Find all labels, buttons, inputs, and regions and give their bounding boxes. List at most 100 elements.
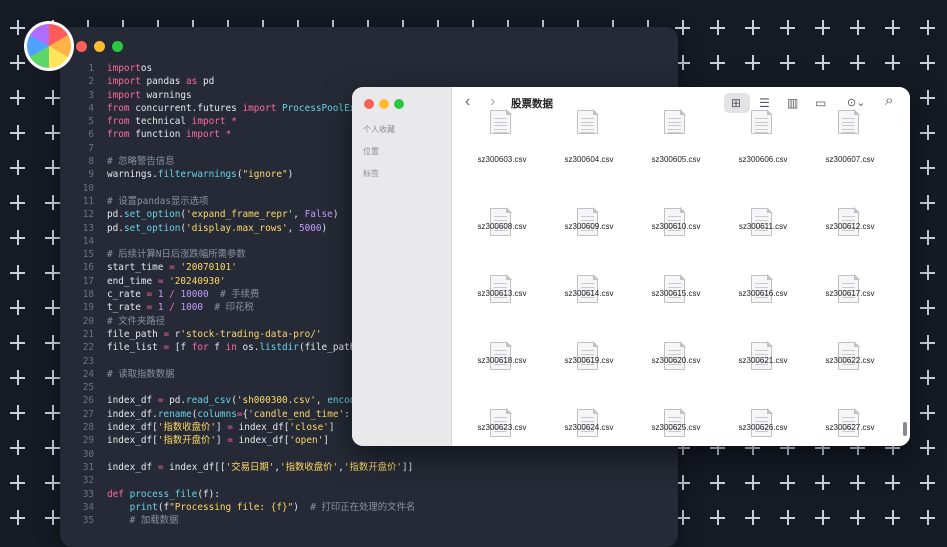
code-token: 'open' bbox=[289, 435, 324, 447]
code-token: * bbox=[231, 116, 237, 128]
code-token: 5000 bbox=[298, 222, 322, 234]
more-options-icon[interactable]: ⊙⌄ bbox=[847, 96, 865, 110]
code-token: filterwarnings bbox=[157, 169, 237, 181]
code-line: 32 bbox=[60, 474, 678, 487]
code-token: 1000 bbox=[180, 302, 204, 314]
code-token: 'close' bbox=[289, 422, 329, 434]
code-token: , bbox=[293, 209, 305, 221]
code-token: 'candle_end_time' bbox=[248, 408, 345, 420]
code-token: set_option bbox=[123, 209, 181, 221]
code-token: '交易日期' bbox=[225, 461, 275, 473]
file-name-label: sz300626.csv bbox=[738, 423, 788, 432]
scrollbar-thumb[interactable] bbox=[903, 422, 907, 436]
grid-view-icon[interactable]: ⊞ bbox=[731, 96, 741, 110]
code-token: rename bbox=[157, 408, 192, 420]
sidebar-tags[interactable]: 标签 bbox=[363, 168, 379, 179]
plus-decoration bbox=[920, 370, 935, 385]
list-view-icon[interactable]: ☰ bbox=[759, 96, 770, 110]
code-token: from bbox=[107, 129, 130, 141]
file-name-label: sz300623.csv bbox=[477, 423, 527, 432]
sidebar-favorites[interactable]: 个人收藏 bbox=[363, 124, 395, 135]
code-token: 'display.max_rows' bbox=[186, 222, 288, 234]
code-text: index_df = pd.read_csv('sh000300.csv', e… bbox=[107, 394, 372, 407]
plus-decoration bbox=[780, 20, 795, 35]
finder-minimize-button[interactable] bbox=[379, 99, 389, 109]
zoom-window-button[interactable] bbox=[112, 41, 123, 52]
code-text: # 忽略警告信息 bbox=[107, 155, 175, 168]
code-token: # 后续计算N日后涨跌幅所需参数 bbox=[107, 249, 246, 261]
code-token: '指数开盘价' bbox=[157, 435, 216, 447]
plus-decoration bbox=[45, 230, 60, 245]
code-token: pd. bbox=[107, 222, 124, 234]
plus-decoration bbox=[815, 510, 830, 525]
code-text: start_time = '20070101' bbox=[107, 261, 237, 274]
forward-icon[interactable]: › bbox=[490, 94, 495, 110]
finder-zoom-button[interactable] bbox=[394, 99, 404, 109]
plus-decoration bbox=[885, 475, 900, 490]
finder-close-button[interactable] bbox=[364, 99, 374, 109]
file-name-label: sz300621.csv bbox=[738, 356, 788, 365]
code-token: technical bbox=[129, 116, 192, 128]
code-token: import bbox=[191, 116, 226, 128]
code-token: file_list bbox=[107, 342, 164, 354]
plus-decoration bbox=[45, 405, 60, 420]
file-name-label: sz300616.csv bbox=[738, 289, 788, 298]
code-text: c_rate = 1 / 10000 # 手续费 bbox=[107, 288, 259, 301]
line-number: 9 bbox=[88, 169, 94, 181]
code-token: (f): bbox=[197, 488, 220, 500]
plus-decoration bbox=[920, 160, 935, 175]
plus-decoration bbox=[10, 475, 25, 490]
code-token: index_df[ bbox=[107, 422, 158, 434]
plus-decoration bbox=[10, 125, 25, 140]
column-view-icon[interactable]: ▥ bbox=[787, 96, 798, 110]
code-token: # 印花税 bbox=[203, 302, 254, 314]
code-text: from function import * bbox=[107, 128, 231, 141]
code-token: ) bbox=[287, 169, 294, 181]
file-name-label: sz300610.csv bbox=[651, 222, 701, 231]
plus-decoration bbox=[920, 265, 935, 280]
csv-document-icon bbox=[577, 109, 599, 134]
file-name-label: sz300615.csv bbox=[651, 289, 701, 298]
plus-decoration bbox=[10, 160, 25, 175]
plus-decoration bbox=[10, 20, 25, 35]
search-icon[interactable]: ⌕ bbox=[885, 93, 893, 108]
code-text: def process_file(f): bbox=[107, 488, 220, 501]
code-token: end_time bbox=[107, 275, 158, 287]
file-name-label: sz300618.csv bbox=[477, 356, 527, 365]
plus-decoration bbox=[920, 510, 935, 525]
plus-decoration bbox=[745, 20, 760, 35]
code-token: from bbox=[107, 102, 130, 114]
code-token: ] bbox=[215, 435, 228, 447]
csv-document-icon bbox=[751, 109, 773, 134]
sidebar-locations[interactable]: 位置 bbox=[363, 146, 379, 157]
gallery-view-icon[interactable]: ▭ bbox=[815, 96, 826, 110]
close-window-button[interactable] bbox=[76, 41, 87, 52]
file-name-label: sz300605.csv bbox=[651, 155, 701, 164]
plus-decoration bbox=[920, 125, 935, 140]
line-number: 18 bbox=[82, 289, 94, 301]
minimize-window-button[interactable] bbox=[94, 41, 105, 52]
file-name-label: sz300625.csv bbox=[651, 423, 701, 432]
plus-decoration bbox=[10, 370, 25, 385]
code-text: from concurrent.futures import ProcessPo… bbox=[107, 102, 389, 115]
plus-decoration bbox=[45, 300, 60, 315]
code-text: pd.set_option('display.max_rows', 5000) bbox=[107, 222, 327, 235]
code-token: '指数开盘价' bbox=[343, 461, 403, 473]
back-icon[interactable]: ‹ bbox=[465, 94, 470, 110]
code-token: # 加载数据 bbox=[129, 515, 179, 527]
code-token: import bbox=[186, 129, 220, 141]
code-token: os bbox=[140, 63, 153, 74]
code-token: '20240930' bbox=[169, 275, 226, 287]
code-token: os. bbox=[236, 342, 260, 354]
line-number: 33 bbox=[82, 488, 94, 500]
code-token: 'sh000300.csv' bbox=[236, 395, 316, 407]
plus-decoration bbox=[815, 20, 830, 35]
plus-decoration bbox=[745, 475, 760, 490]
plus-decoration bbox=[10, 440, 25, 455]
code-token: index_df[[ bbox=[163, 461, 226, 473]
code-token: # 文件夹路径 bbox=[107, 315, 166, 327]
plus-decoration bbox=[10, 405, 25, 420]
code-text: file_path = r'stock-trading-data-pro/' bbox=[107, 328, 322, 341]
code-token: function bbox=[129, 129, 187, 141]
